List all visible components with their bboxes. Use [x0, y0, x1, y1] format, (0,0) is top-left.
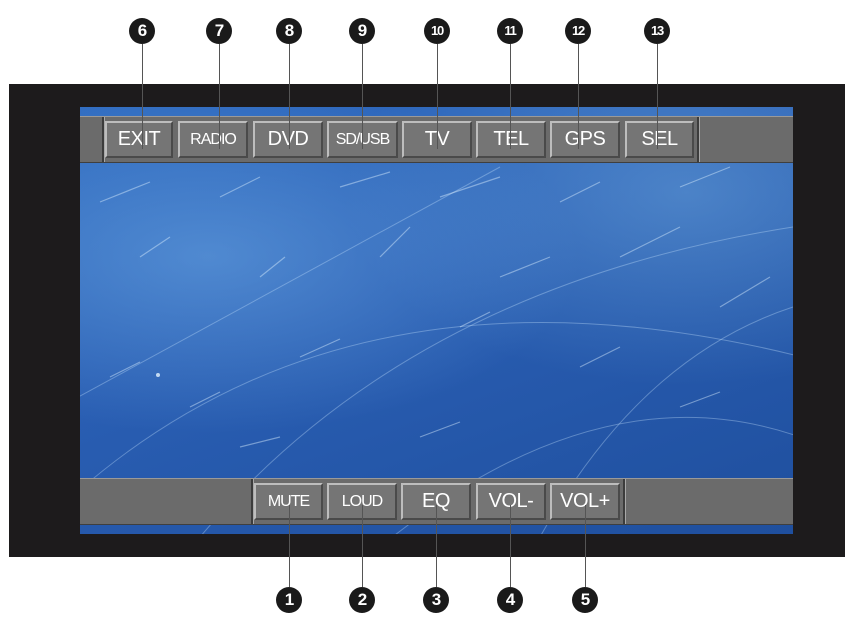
callout-line [219, 44, 220, 149]
callout-9: 9 [349, 18, 375, 44]
callout-7: 7 [206, 18, 232, 44]
callout-line [578, 44, 579, 149]
callout-1: 1 [276, 587, 302, 613]
screen-wallpaper [80, 107, 793, 534]
callout-line [585, 505, 586, 587]
callout-line [362, 44, 363, 149]
callout-6: 6 [129, 18, 155, 44]
callout-3: 3 [423, 587, 449, 613]
callout-line [436, 505, 437, 587]
callout-13: 13 [644, 18, 670, 44]
callout-12: 12 [565, 18, 591, 44]
radio-button[interactable]: RADIO [178, 121, 248, 158]
exit-button[interactable]: EXIT [105, 121, 173, 158]
callout-8: 8 [276, 18, 302, 44]
callout-line [289, 44, 290, 149]
callout-4: 4 [497, 587, 523, 613]
callout-5: 5 [572, 587, 598, 613]
gps-button[interactable]: GPS [550, 121, 620, 158]
callout-line [510, 505, 511, 587]
callout-11: 11 [497, 18, 523, 44]
tel-button[interactable]: TEL [476, 121, 546, 158]
callout-10: 10 [424, 18, 450, 44]
bottom-bar-divider [623, 479, 626, 524]
wallpaper-streaks [80, 166, 793, 534]
callout-line [657, 44, 658, 149]
callout-2: 2 [349, 587, 375, 613]
callout-line [437, 44, 438, 149]
callout-line [289, 505, 290, 587]
callout-line [362, 505, 363, 587]
callout-line [510, 44, 511, 149]
sel-button[interactable]: SEL [625, 121, 694, 158]
top-bar-divider [697, 117, 700, 162]
dvd-button[interactable]: DVD [253, 121, 323, 158]
callout-line [142, 44, 143, 149]
vol-down-button[interactable]: VOL- [476, 483, 546, 520]
